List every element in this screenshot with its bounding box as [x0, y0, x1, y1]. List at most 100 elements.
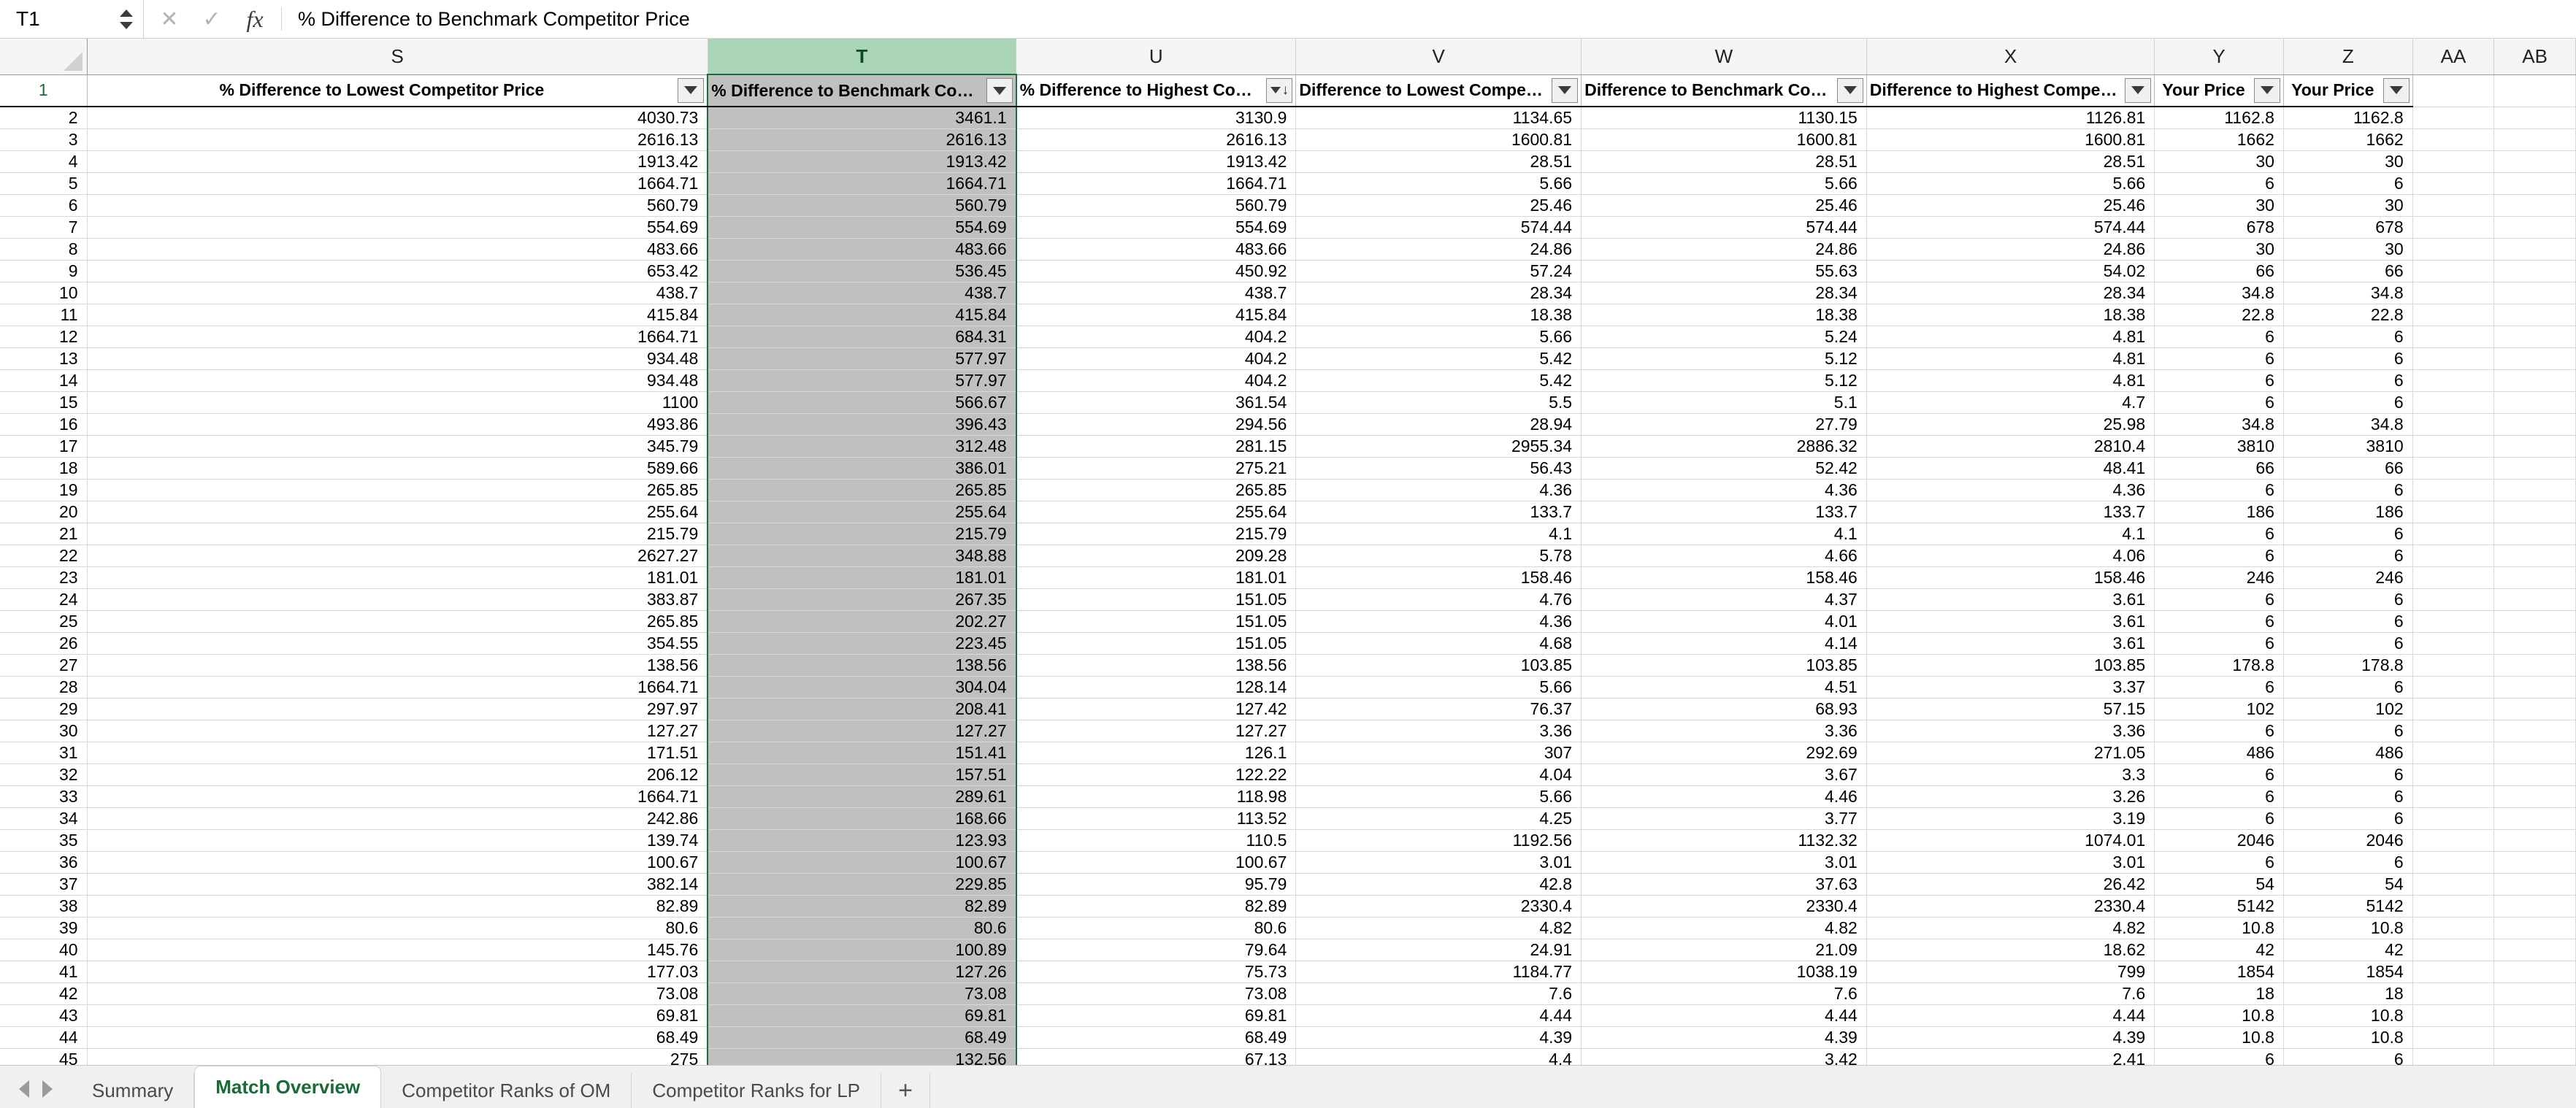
grid-cell[interactable]	[2412, 457, 2495, 480]
row-header[interactable]: 32	[0, 763, 88, 786]
grid-cell[interactable]: 34.8	[2154, 413, 2284, 436]
grid-cell[interactable]	[2493, 676, 2576, 699]
grid-cell[interactable]: 6	[2154, 851, 2284, 874]
filter-sorted-icon[interactable]: ↓	[1266, 77, 1293, 103]
grid-cell[interactable]	[2412, 216, 2495, 239]
grid-cell[interactable]: 168.66	[707, 807, 1017, 830]
grid-cell[interactable]: 415.84	[707, 304, 1017, 326]
grid-cell[interactable]: 100.67	[1016, 851, 1297, 874]
grid-cell[interactable]: 181.01	[87, 566, 708, 589]
grid-cell[interactable]: 265.85	[1016, 479, 1297, 501]
grid-cell[interactable]	[2493, 413, 2576, 436]
grid-cell[interactable]: 28.51	[1581, 150, 1867, 173]
grid-cell[interactable]: 6	[2154, 479, 2284, 501]
grid-cell[interactable]: 3.42	[1581, 1048, 1867, 1065]
grid-cell[interactable]	[2493, 895, 2576, 917]
grid-cell[interactable]: 133.7	[1295, 501, 1582, 523]
grid-cell[interactable]: 133.7	[1866, 501, 2155, 523]
grid-cell[interactable]	[2412, 435, 2495, 458]
grid-cell[interactable]	[2493, 260, 2576, 282]
grid-cell[interactable]: 6	[2283, 588, 2413, 611]
grid-cell[interactable]: 28.34	[1295, 282, 1582, 304]
grid-cell[interactable]: 2627.27	[87, 545, 708, 567]
column-filter-header[interactable]: % Difference to Benchmark Competitor Pri…	[707, 74, 1017, 107]
grid-cell[interactable]: 1600.81	[1295, 128, 1582, 151]
grid-cell[interactable]: 383.87	[87, 588, 708, 611]
grid-cell[interactable]: 289.61	[707, 785, 1017, 808]
row-header[interactable]: 12	[0, 326, 88, 348]
grid-cell[interactable]: 52.42	[1581, 457, 1867, 480]
grid-cell[interactable]: 6	[2283, 720, 2413, 742]
grid-cell[interactable]: 68.93	[1581, 698, 1867, 720]
select-all-corner[interactable]	[0, 39, 88, 75]
grid-cell[interactable]: 3.37	[1866, 676, 2155, 699]
grid-cell[interactable]: 1134.65	[1295, 107, 1582, 129]
grid-cell[interactable]: 404.2	[1016, 347, 1297, 370]
grid-cell[interactable]: 30	[2283, 150, 2413, 173]
grid-cell[interactable]: 2616.13	[87, 128, 708, 151]
grid-cell[interactable]: 55.63	[1581, 260, 1867, 282]
filter-dropdown-icon[interactable]	[2125, 77, 2152, 103]
grid-cell[interactable]: 554.69	[1016, 216, 1297, 239]
grid-cell[interactable]: 4.4	[1295, 1048, 1582, 1065]
grid-cell[interactable]: 348.88	[707, 545, 1017, 567]
grid-cell[interactable]: 4.44	[1866, 1004, 2155, 1027]
row-header[interactable]: 10	[0, 282, 88, 304]
grid-cell[interactable]: 6	[2154, 523, 2284, 545]
grid-cell[interactable]: 3.01	[1295, 851, 1582, 874]
grid-cell[interactable]: 297.97	[87, 698, 708, 720]
grid-cell[interactable]: 5.66	[1295, 172, 1582, 195]
grid-cell[interactable]: 21.09	[1581, 939, 1867, 961]
column-header-x[interactable]: X	[1866, 39, 2155, 75]
grid-cell[interactable]: 34.8	[2154, 282, 2284, 304]
grid-cell[interactable]	[2412, 851, 2495, 874]
grid-cell[interactable]: 2046	[2283, 829, 2413, 852]
column-filter-header[interactable]: Difference to Highest Competitor Price	[1866, 74, 2155, 107]
grid-cell[interactable]	[2493, 326, 2576, 348]
grid-cell[interactable]: 6	[2283, 763, 2413, 786]
grid-cell[interactable]: 178.8	[2283, 654, 2413, 677]
grid-cell[interactable]: 4.51	[1581, 676, 1867, 699]
grid-cell[interactable]: 5.78	[1295, 545, 1582, 567]
grid-cell[interactable]: 25.46	[1295, 194, 1582, 217]
grid-cell[interactable]: 4.01	[1581, 610, 1867, 633]
filter-dropdown-icon[interactable]	[2383, 77, 2410, 103]
grid-cell[interactable]: 4.1	[1581, 523, 1867, 545]
grid-cell[interactable]: 103.85	[1866, 654, 2155, 677]
grid-cell[interactable]: 69.81	[87, 1004, 708, 1027]
grid-cell[interactable]: 4.04	[1295, 763, 1582, 786]
grid-cell[interactable]: 1184.77	[1295, 961, 1582, 983]
grid-cell[interactable]	[2412, 523, 2495, 545]
grid-cell[interactable]: 18	[2154, 982, 2284, 1005]
grid-cell[interactable]	[2412, 610, 2495, 633]
spinner-up-icon[interactable]	[120, 9, 133, 17]
grid-cell[interactable]: 1038.19	[1581, 961, 1867, 983]
grid-cell[interactable]: 68.49	[1016, 1026, 1297, 1049]
grid-cell[interactable]: 66	[2154, 260, 2284, 282]
grid-cell[interactable]: 75.73	[1016, 961, 1297, 983]
grid-cell[interactable]: 4.36	[1295, 610, 1582, 633]
grid-cell[interactable]: 3.67	[1581, 763, 1867, 786]
grid-cell[interactable]	[2412, 698, 2495, 720]
grid-cell[interactable]: 10.8	[2154, 1004, 2284, 1027]
grid-cell[interactable]: 56.43	[1295, 457, 1582, 480]
grid-cell[interactable]	[2493, 873, 2576, 896]
grid-cell[interactable]	[2412, 304, 2495, 326]
grid-cell[interactable]: 4.37	[1581, 588, 1867, 611]
filter-dropdown-icon[interactable]	[1836, 77, 1863, 103]
grid-cell[interactable]	[2493, 304, 2576, 326]
grid-cell[interactable]	[2493, 216, 2576, 239]
grid-cell[interactable]: 6	[2283, 479, 2413, 501]
grid-cell[interactable]: 2046	[2154, 829, 2284, 852]
grid-cell[interactable]	[2493, 720, 2576, 742]
grid-cell[interactable]: 10.8	[2283, 917, 2413, 939]
grid-cell[interactable]: 4.1	[1866, 523, 2155, 545]
grid-cell[interactable]: 1100	[87, 391, 708, 414]
grid-cell[interactable]: 1854	[2154, 961, 2284, 983]
grid-cell[interactable]: 48.41	[1866, 457, 2155, 480]
filter-dropdown-icon[interactable]	[1552, 77, 1579, 103]
grid-cell[interactable]: 1132.32	[1581, 829, 1867, 852]
grid-cell[interactable]: 1664.71	[87, 172, 708, 195]
grid-cell[interactable]: 281.15	[1016, 435, 1297, 458]
column-header-s[interactable]: S	[87, 39, 708, 75]
